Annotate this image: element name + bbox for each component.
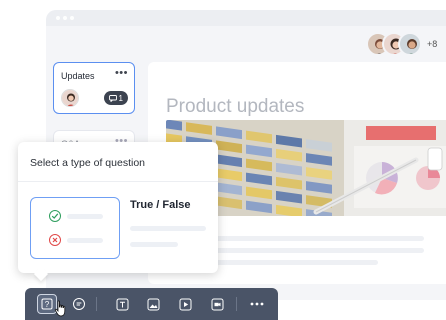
- more-tools-button[interactable]: [249, 296, 265, 312]
- text-placeholder: [188, 248, 424, 253]
- comment-count: 1: [118, 93, 123, 103]
- image-tool-button[interactable]: [145, 296, 161, 312]
- comment-badge[interactable]: 1: [103, 91, 128, 105]
- true-false-option-label[interactable]: True / False: [130, 199, 191, 211]
- hand-cursor-icon: [54, 300, 66, 317]
- popover-header: Select a type of question: [18, 142, 218, 182]
- chat-bubble-icon: [73, 298, 85, 310]
- window-dot: [70, 16, 74, 20]
- comment-icon: [108, 94, 117, 102]
- answer-placeholder: [67, 213, 103, 219]
- text-placeholder: [188, 236, 424, 241]
- poll-tool-button[interactable]: [71, 296, 87, 312]
- description-placeholder: [130, 226, 206, 231]
- check-icon: [49, 210, 61, 222]
- play-icon: [179, 298, 191, 310]
- popover-title: Select a type of question: [30, 157, 145, 169]
- slide-heading: Product updates: [166, 96, 305, 117]
- question-icon: ?: [41, 298, 53, 310]
- text-icon: [116, 298, 128, 310]
- record-tool-button[interactable]: [209, 296, 225, 312]
- description-placeholder: [130, 242, 178, 247]
- avatar: [61, 89, 79, 107]
- video-tool-button[interactable]: [177, 296, 193, 312]
- image-icon: [147, 298, 159, 310]
- window-dot: [56, 16, 60, 20]
- cross-icon: [49, 234, 61, 246]
- window-dot: [63, 16, 67, 20]
- toolbar-separator: [236, 297, 237, 311]
- participant-count[interactable]: +8: [427, 39, 437, 49]
- more-options-icon: [250, 302, 264, 306]
- stage: +8 Updates ••• 1 Q&A ••• Product updates: [0, 0, 446, 320]
- toolbar-separator: [96, 297, 97, 311]
- true-false-option-preview[interactable]: [30, 197, 120, 259]
- more-options-icon[interactable]: •••: [115, 67, 128, 79]
- title-bar: [46, 10, 446, 26]
- avatar: [398, 32, 422, 56]
- answer-placeholder: [67, 237, 103, 243]
- question-type-popover: Select a type of question True / False: [18, 142, 218, 273]
- slide-item-updates[interactable]: Updates ••• 1: [53, 62, 135, 114]
- slide-title: Updates: [61, 71, 95, 81]
- camera-icon: [211, 298, 223, 310]
- text-tool-button[interactable]: [114, 296, 130, 312]
- svg-text:?: ?: [45, 300, 50, 309]
